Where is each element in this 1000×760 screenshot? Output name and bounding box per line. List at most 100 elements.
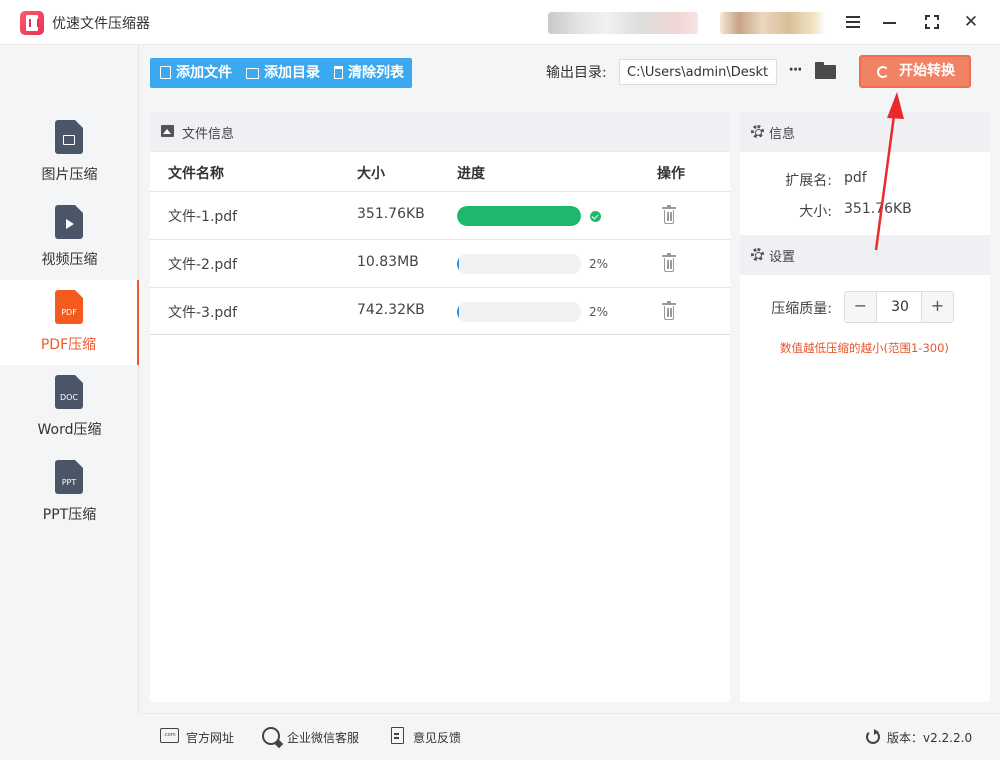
progress-fill xyxy=(457,254,460,274)
column-header-action: 操作 xyxy=(657,166,685,182)
close-icon[interactable]: ✕ xyxy=(959,10,983,34)
website-icon: .com xyxy=(160,728,179,743)
increase-button[interactable]: + xyxy=(921,292,953,322)
delete-icon[interactable] xyxy=(662,205,676,224)
quality-label: 压缩质量: xyxy=(771,301,832,317)
image-icon xyxy=(161,125,174,137)
feedback-icon xyxy=(391,727,404,744)
ppt-badge: PPT xyxy=(61,478,77,487)
table-row[interactable]: 文件-2.pdf 10.83MB 2% xyxy=(150,239,730,287)
file-name: 文件-3.pdf xyxy=(168,305,238,321)
add-folder-label: 添加目录 xyxy=(264,65,320,81)
loading-icon xyxy=(877,66,889,78)
start-convert-button[interactable]: 开始转换 xyxy=(859,55,971,88)
blurred-avatar[interactable] xyxy=(720,12,825,34)
info-title: 信息 xyxy=(769,127,796,142)
sidebar-item-word[interactable]: DOC Word压缩 xyxy=(0,365,139,450)
folder-icon xyxy=(246,68,259,79)
gear-icon xyxy=(751,125,764,138)
decrease-button[interactable]: − xyxy=(845,292,877,322)
gear-icon xyxy=(751,248,764,261)
progress-percent: 2% xyxy=(589,257,609,271)
delete-icon[interactable] xyxy=(662,301,676,320)
blurred-account-info xyxy=(548,12,698,34)
title-bar: 优速文件压缩器 ✕ xyxy=(0,0,1000,45)
ppt-file-icon: PPT xyxy=(55,460,83,494)
wechat-support-link[interactable]: 企业微信客服 xyxy=(287,729,359,746)
sidebar: 图片压缩 视频压缩 PDF PDF压缩 DOC Word压缩 PPT PPT压缩 xyxy=(0,45,139,713)
file-panel-header: 文件信息 xyxy=(150,112,730,152)
sidebar-item-pdf[interactable]: PDF PDF压缩 xyxy=(0,280,139,365)
file-size: 10.83MB xyxy=(357,254,419,270)
table-row[interactable]: 文件-1.pdf 351.76KB xyxy=(150,191,730,239)
image-file-icon xyxy=(55,120,83,154)
progress-fill xyxy=(457,206,581,226)
extension-label: 扩展名: xyxy=(785,173,832,189)
open-folder-icon[interactable] xyxy=(815,62,836,79)
size-value: 351.76KB xyxy=(844,201,912,217)
sidebar-item-label: 图片压缩 xyxy=(41,167,98,183)
file-icon xyxy=(160,66,171,79)
size-label: 大小: xyxy=(799,204,832,220)
column-header-progress: 进度 xyxy=(457,166,485,182)
progress-bar xyxy=(457,206,581,226)
app-logo-icon xyxy=(20,11,44,35)
add-file-button[interactable]: 添加文件 xyxy=(160,58,232,88)
column-header-name: 文件名称 xyxy=(168,166,224,182)
column-header-size: 大小 xyxy=(357,166,385,182)
video-file-icon xyxy=(55,205,83,239)
quality-hint: 数值越低压缩的越小(范围1-300) xyxy=(780,341,949,355)
maximize-icon[interactable] xyxy=(920,10,944,34)
feedback-link[interactable]: 意见反馈 xyxy=(413,729,461,746)
sidebar-item-label: 视频压缩 xyxy=(41,252,98,268)
app-title: 优速文件压缩器 xyxy=(52,16,150,32)
pdf-file-icon: PDF xyxy=(55,290,83,324)
add-file-label: 添加文件 xyxy=(176,65,232,81)
file-size: 742.32KB xyxy=(357,302,425,318)
quality-stepper: − + xyxy=(844,291,954,323)
side-panel: 信息 扩展名: pdf 大小: 351.76KB 设置 压缩质量: − + 数值… xyxy=(740,112,990,702)
settings-header: 设置 xyxy=(740,235,990,275)
progress-fill xyxy=(457,302,460,322)
wechat-icon xyxy=(262,727,280,745)
sidebar-item-label: PDF压缩 xyxy=(40,337,97,353)
sidebar-item-image[interactable]: 图片压缩 xyxy=(0,110,139,195)
file-name: 文件-2.pdf xyxy=(168,257,238,273)
delete-icon[interactable] xyxy=(662,253,676,272)
info-header: 信息 xyxy=(740,112,990,152)
minimize-icon[interactable] xyxy=(878,10,902,34)
progress-bar xyxy=(457,302,581,322)
pdf-badge: PDF xyxy=(61,308,77,317)
file-size: 351.76KB xyxy=(357,206,425,222)
version-label: 版本：v2.2.2.0 xyxy=(887,731,973,745)
more-options-button[interactable]: ··· xyxy=(786,58,804,84)
file-panel-title: 文件信息 xyxy=(182,127,235,142)
output-dir-input[interactable] xyxy=(619,59,777,85)
file-name: 文件-1.pdf xyxy=(168,209,238,225)
clear-list-button[interactable]: 清除列表 xyxy=(334,58,404,88)
file-list-panel: 文件信息 文件名称 大小 进度 操作 文件-1.pdf 351.76KB 文件-… xyxy=(150,112,730,702)
extension-value: pdf xyxy=(844,170,867,186)
sidebar-item-ppt[interactable]: PPT PPT压缩 xyxy=(0,450,139,535)
quality-input[interactable] xyxy=(878,292,922,322)
settings-title: 设置 xyxy=(769,250,796,265)
doc-badge: DOC xyxy=(59,393,79,402)
toolbar-button-group: 添加文件 添加目录 清除列表 xyxy=(150,58,412,88)
progress-percent: 2% xyxy=(589,305,609,319)
add-folder-button[interactable]: 添加目录 xyxy=(246,58,320,88)
output-dir-label: 输出目录: xyxy=(546,65,607,81)
refresh-icon[interactable] xyxy=(866,729,880,744)
clear-list-label: 清除列表 xyxy=(348,65,404,81)
check-icon xyxy=(590,211,601,222)
progress-bar xyxy=(457,254,581,274)
sidebar-item-video[interactable]: 视频压缩 xyxy=(0,195,139,280)
sidebar-item-label: PPT压缩 xyxy=(42,507,97,523)
table-row[interactable]: 文件-3.pdf 742.32KB 2% xyxy=(150,287,730,335)
footer: .com 官方网址 企业微信客服 意见反馈 版本：v2.2.2.0 xyxy=(140,713,1000,760)
website-link[interactable]: 官方网址 xyxy=(186,729,234,746)
doc-file-icon: DOC xyxy=(55,375,83,409)
menu-icon[interactable] xyxy=(841,10,865,34)
sidebar-item-label: Word压缩 xyxy=(37,422,102,438)
start-convert-label: 开始转换 xyxy=(899,63,955,79)
trash-icon xyxy=(334,66,343,79)
